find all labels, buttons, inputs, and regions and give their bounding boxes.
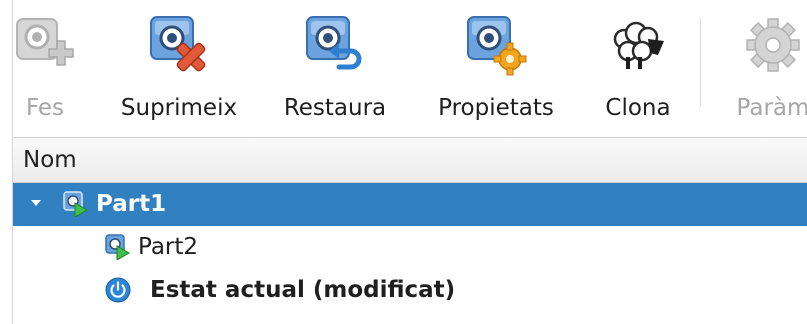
snapshot-icon bbox=[63, 191, 88, 217]
snapshot-manager: Fes Suprimeix Restaura Propietats Clona … bbox=[0, 0, 807, 324]
column-header-name[interactable]: Nom bbox=[13, 138, 807, 183]
power-state-icon bbox=[105, 277, 131, 303]
column-header-label: Nom bbox=[23, 147, 77, 173]
delete-snapshot-button[interactable]: Suprimeix bbox=[109, 0, 249, 136]
clone-label: Clona bbox=[605, 95, 671, 121]
snapshot-delete-icon bbox=[146, 12, 212, 78]
snapshot-icon bbox=[105, 234, 130, 260]
restore-snapshot-label: Restaura bbox=[283, 95, 387, 121]
snapshot-properties-button[interactable]: Propietats bbox=[425, 0, 567, 136]
toolbar-separator bbox=[700, 18, 701, 106]
take-snapshot-button[interactable]: Fes bbox=[10, 0, 80, 136]
snapshot-properties-icon bbox=[463, 12, 529, 78]
tree-row-part1[interactable]: Part1 bbox=[13, 183, 807, 226]
clone-button[interactable]: Clona bbox=[593, 0, 683, 136]
sheep-clone-icon bbox=[605, 12, 671, 78]
expand-arrow-icon[interactable] bbox=[31, 200, 41, 206]
gear-settings-icon bbox=[740, 12, 806, 78]
snapshot-toolbar: Fes Suprimeix Restaura Propietats Clona … bbox=[13, 0, 807, 136]
tree-row-label: Part1 bbox=[96, 191, 167, 217]
tree-row-current-state[interactable]: Estat actual (modificat) bbox=[13, 269, 807, 312]
settings-button[interactable]: Paràm bbox=[713, 0, 807, 136]
snapshot-properties-label: Propietats bbox=[438, 95, 554, 121]
settings-label: Paràm bbox=[736, 95, 807, 121]
tree-row-label: Estat actual (modificat) bbox=[150, 277, 456, 303]
take-snapshot-label: Fes bbox=[25, 95, 65, 121]
tree-row-part2[interactable]: Part2 bbox=[13, 226, 807, 269]
snapshot-tree: Nom Part1 Part2 Estat actual (modificat) bbox=[13, 137, 807, 324]
snapshot-take-icon bbox=[12, 12, 78, 78]
delete-snapshot-label: Suprimeix bbox=[120, 95, 238, 121]
snapshot-restore-icon bbox=[302, 12, 368, 78]
tree-row-label: Part2 bbox=[138, 234, 199, 260]
restore-snapshot-button[interactable]: Restaura bbox=[273, 0, 397, 136]
